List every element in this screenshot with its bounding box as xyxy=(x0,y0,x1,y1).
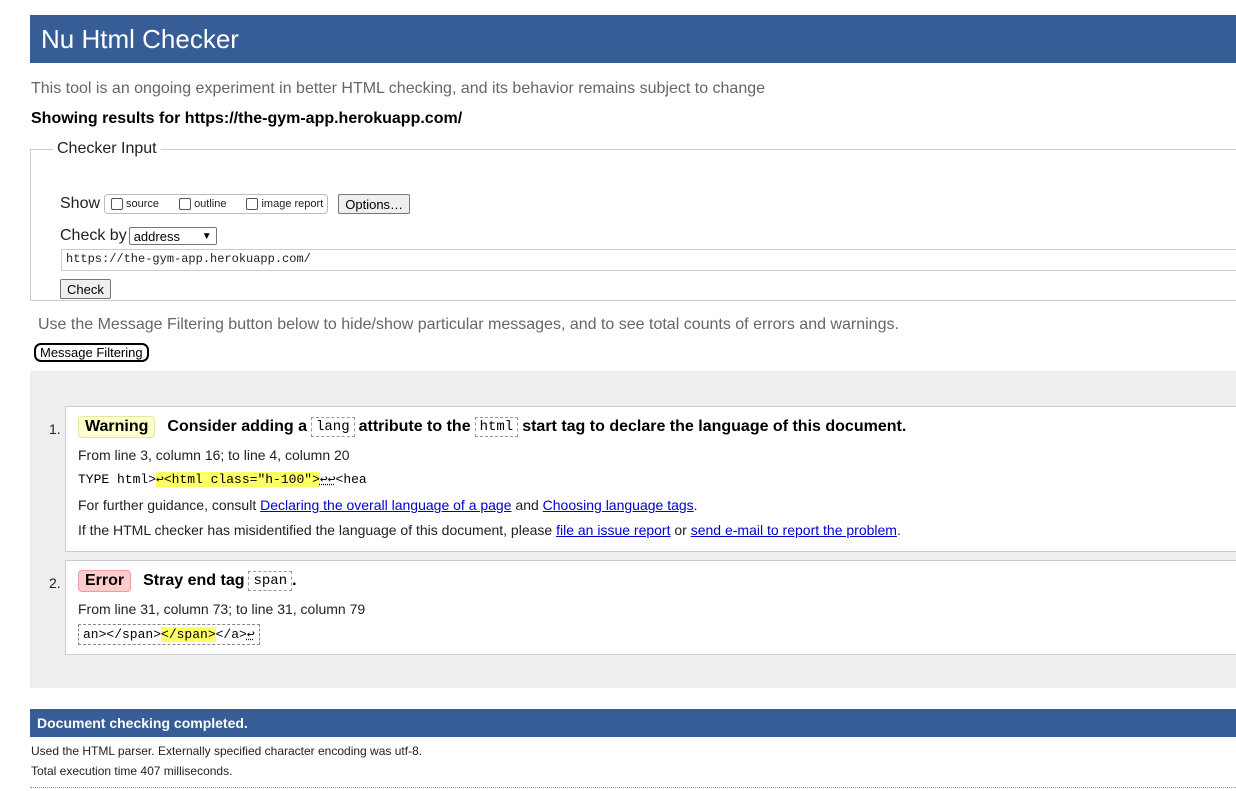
outline-checkbox[interactable] xyxy=(179,198,192,210)
error-badge: Error xyxy=(78,570,132,592)
options-button[interactable]: Options… xyxy=(338,194,411,214)
chevron-down-icon: ▼ xyxy=(201,230,212,242)
code-lang: lang xyxy=(310,417,355,437)
message-location: From line 3, column 16; to line 4, colum… xyxy=(78,447,350,463)
message-location: From line 31, column 73; to line 31, col… xyxy=(78,601,366,617)
outline-option-label[interactable]: outline xyxy=(194,198,226,210)
check-by-row: Check by address ▼ xyxy=(60,227,217,245)
filtering-hint: Use the Message Filtering button below t… xyxy=(38,316,899,333)
message-number: 1. xyxy=(49,421,61,437)
file-issue-link[interactable]: file an issue report xyxy=(556,522,670,538)
image-report-checkbox[interactable] xyxy=(246,198,259,210)
message-misidentified: If the HTML checker has misidentified th… xyxy=(78,522,901,538)
message-filtering-button[interactable]: Message Filtering xyxy=(34,343,149,362)
page-title: Nu Html Checker xyxy=(41,24,239,54)
source-option-label[interactable]: source xyxy=(126,198,159,210)
source-checkbox[interactable] xyxy=(111,198,124,210)
declaring-language-link[interactable]: Declaring the overall language of a page xyxy=(260,497,511,513)
check-by-label: Check by xyxy=(60,227,127,244)
message-title: Warning Consider adding a lang attribute… xyxy=(78,416,906,438)
show-label: Show xyxy=(60,195,101,212)
check-by-select[interactable]: address ▼ xyxy=(128,227,217,245)
check-button[interactable]: Check xyxy=(60,279,111,299)
results-for-heading: Showing results for https://the-gym-app.… xyxy=(31,110,463,127)
message-error: 2. Error Stray end tag span. From line 3… xyxy=(49,560,1236,655)
warning-badge: Warning xyxy=(78,416,156,438)
footer-divider xyxy=(30,787,1236,788)
message-number: 2. xyxy=(49,575,61,591)
choosing-language-tags-link[interactable]: Choosing language tags xyxy=(543,497,694,513)
message-extract: TYPE html>↩<html class="h-100">↩↩<hea xyxy=(78,472,367,487)
message-extract: an></span></span></a>↩ xyxy=(78,624,260,645)
code-html: html xyxy=(474,417,519,437)
send-email-link[interactable]: send e-mail to report the problem xyxy=(691,522,897,538)
intro-text: This tool is an ongoing experiment in be… xyxy=(31,80,766,97)
message-guidance: For further guidance, consult Declaring … xyxy=(78,497,698,513)
execution-time: Total execution time 407 milliseconds. xyxy=(31,764,233,778)
check-by-value: address xyxy=(133,228,180,244)
results-list: 1. Warning Consider adding a lang attrib… xyxy=(30,371,1236,688)
show-row: Show source outline image report Options… xyxy=(60,194,411,214)
message-warning: 1. Warning Consider adding a lang attrib… xyxy=(49,406,1236,552)
checker-input-legend: Checker Input xyxy=(57,140,157,157)
code-span: span xyxy=(248,571,293,591)
image-report-option-label[interactable]: image report xyxy=(261,198,323,210)
page-header: Nu Html Checker xyxy=(30,15,1236,63)
url-input[interactable]: https://the-gym-app.herokuapp.com/ xyxy=(61,249,1236,271)
completion-banner: Document checking completed. xyxy=(30,709,1236,737)
checker-input-fieldset: Checker Input Show source outline image … xyxy=(30,140,1236,301)
message-title: Error Stray end tag span. xyxy=(78,570,297,592)
parser-info: Used the HTML parser. Externally specifi… xyxy=(31,744,423,758)
show-options-group: source outline image report xyxy=(104,194,329,214)
